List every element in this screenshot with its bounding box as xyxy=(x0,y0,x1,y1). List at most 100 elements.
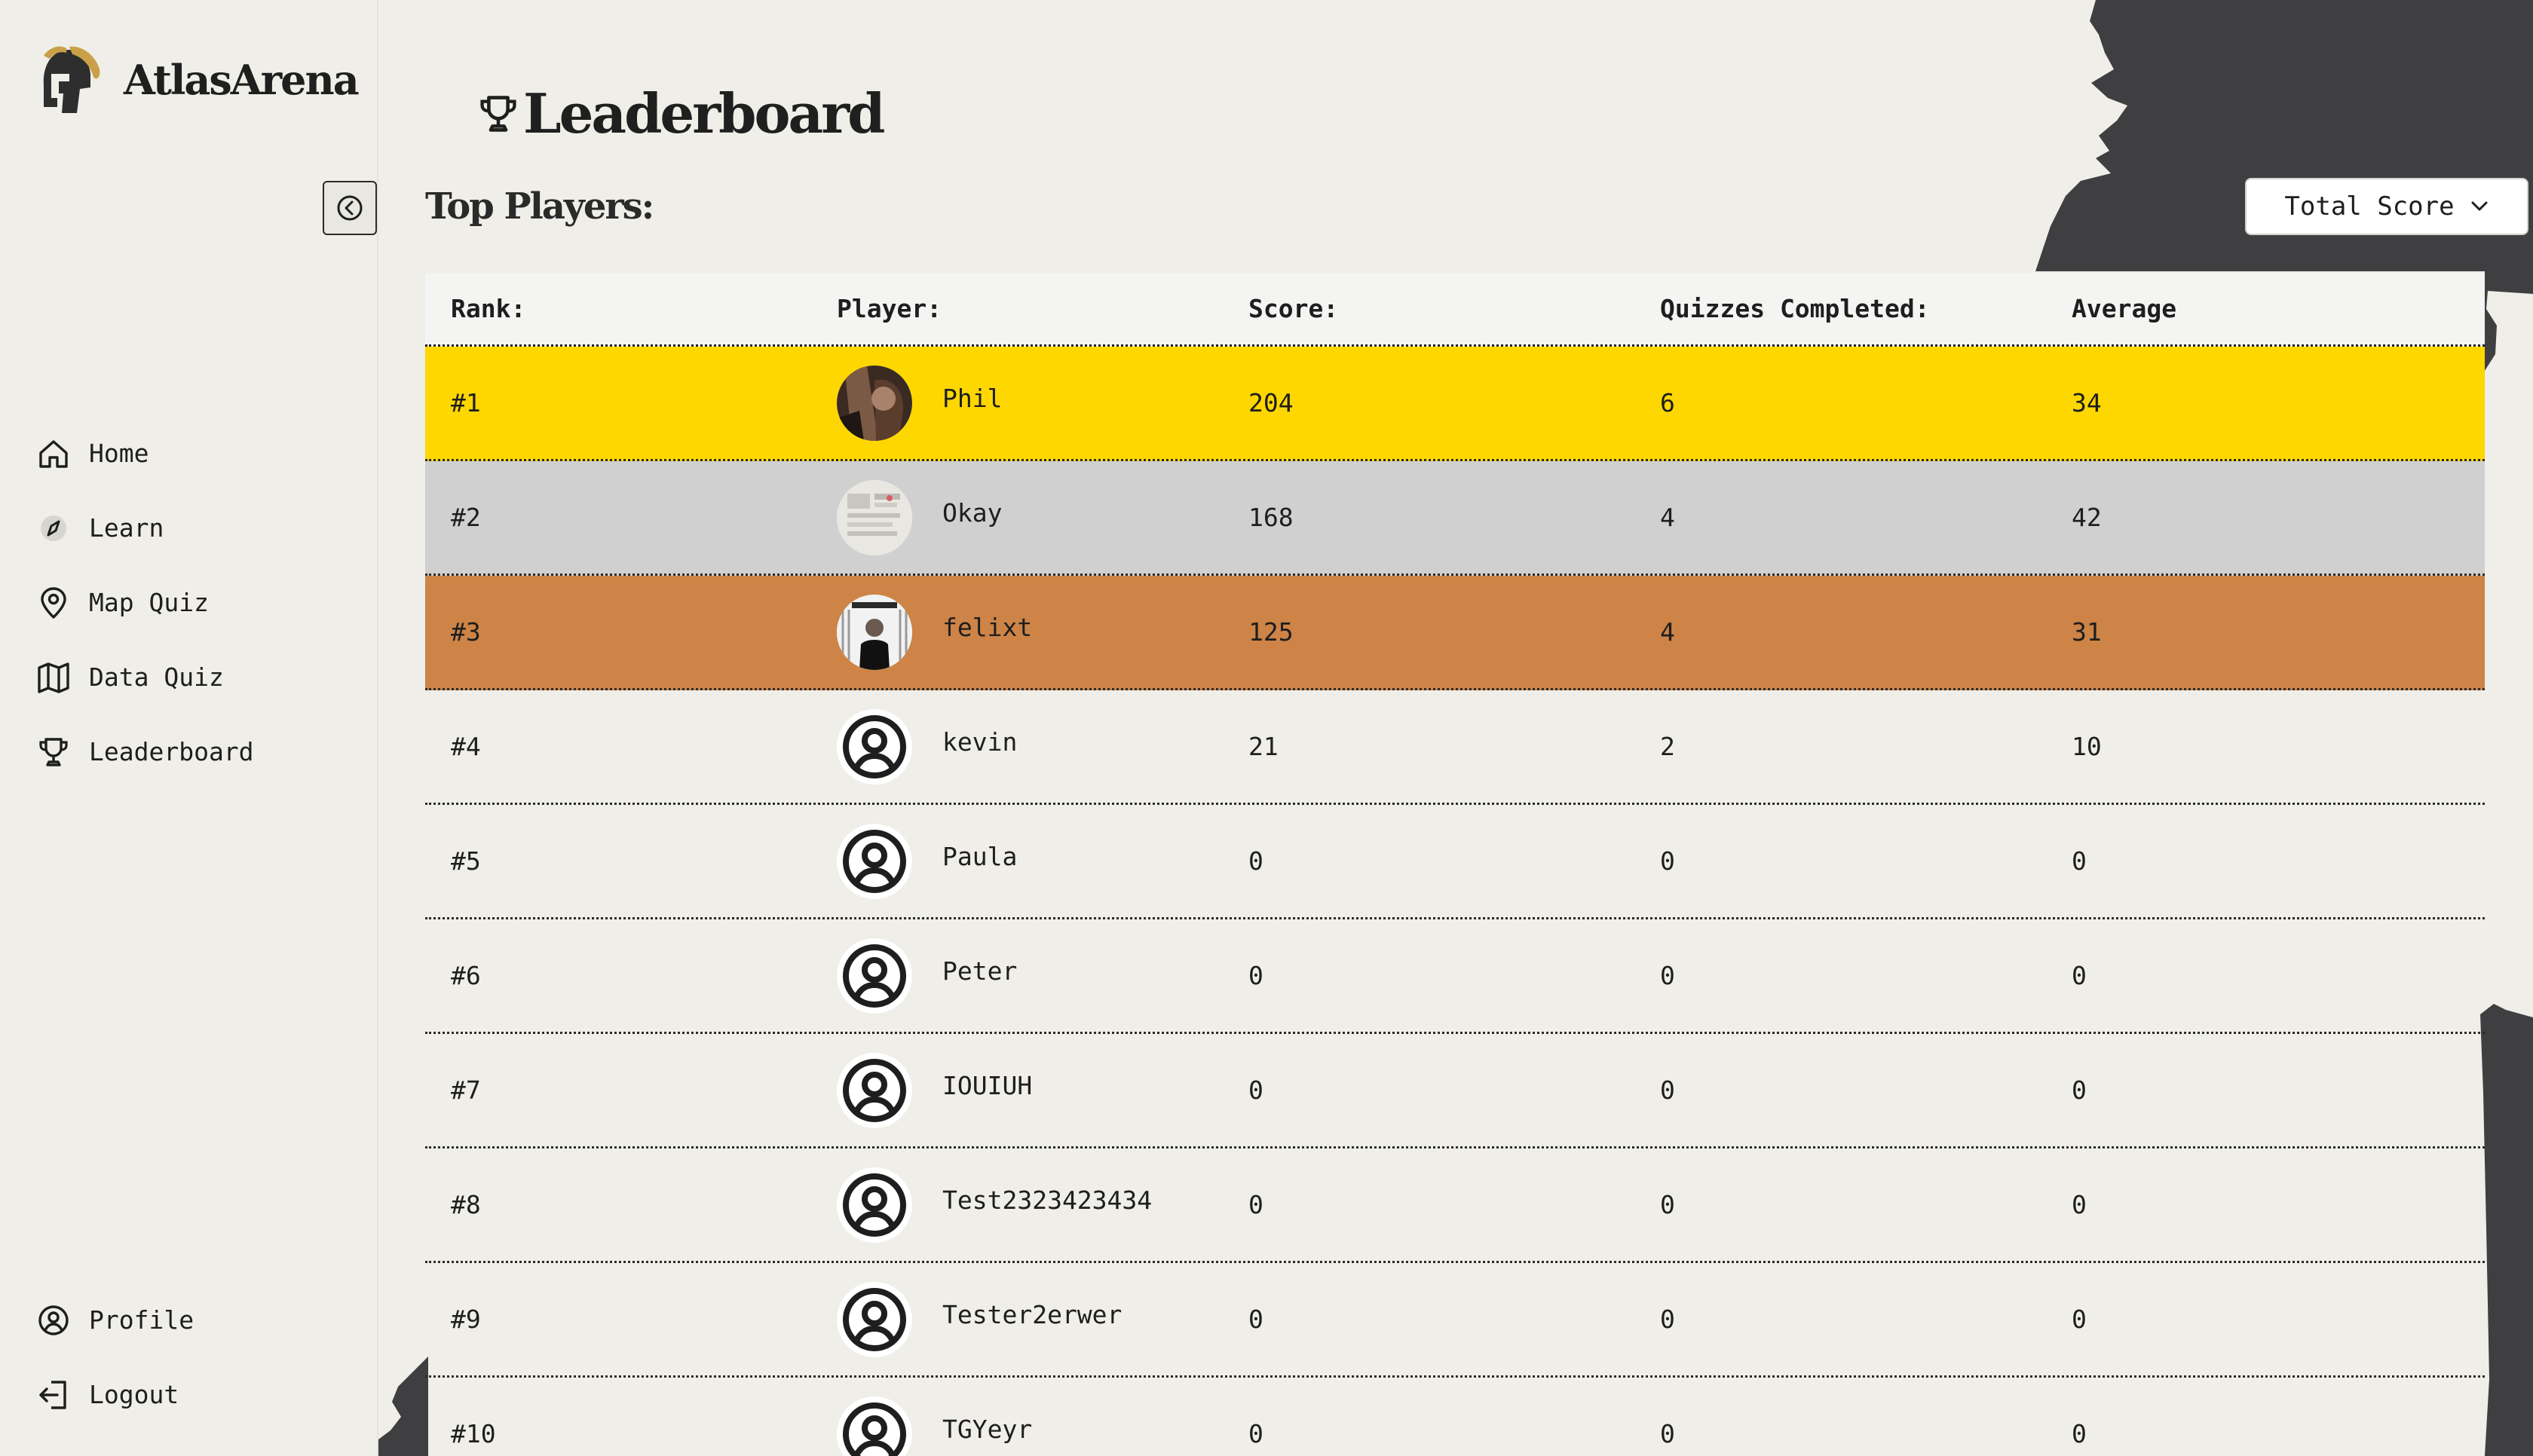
rank-cell: #9 xyxy=(451,1305,481,1334)
rank-cell: #5 xyxy=(451,846,481,876)
player-cell: TGYeyr xyxy=(837,1396,1248,1456)
avatar[interactable] xyxy=(837,1281,912,1357)
home-icon xyxy=(39,439,68,468)
rank-cell: #3 xyxy=(451,617,481,647)
avatar[interactable] xyxy=(837,1052,912,1128)
avatar[interactable] xyxy=(837,479,912,555)
spartan-helmet-logo-icon xyxy=(43,46,100,113)
quizzes-cell: 0 xyxy=(1660,846,1675,876)
avatar[interactable] xyxy=(837,365,912,441)
avatar[interactable] xyxy=(837,1396,912,1456)
sidebar-item-label: Home xyxy=(89,439,149,468)
average-cell: 10 xyxy=(2072,732,2102,761)
table-row: #7 IOUIUH 0 0 0 xyxy=(425,1034,2485,1149)
default-avatar-icon xyxy=(843,1173,906,1237)
average-cell: 0 xyxy=(2072,1305,2087,1334)
sort-selected-value: Total Score xyxy=(2284,191,2455,222)
sidebar-item-learn[interactable]: Learn xyxy=(36,491,254,565)
avatar[interactable] xyxy=(837,594,912,670)
avatar[interactable] xyxy=(837,823,912,899)
default-avatar-icon xyxy=(843,944,906,1008)
score-cell: 0 xyxy=(1248,1190,1263,1219)
user-photo-icon xyxy=(837,594,912,670)
page-title-text: Leaderboard xyxy=(523,81,885,145)
average-cell: 0 xyxy=(2072,1190,2087,1219)
brand[interactable]: AtlasArena xyxy=(36,44,360,116)
player-name: felixt xyxy=(942,613,1033,642)
player-name: Phil xyxy=(942,384,1003,413)
sidebar-item-profile[interactable]: Profile xyxy=(36,1283,194,1357)
trophy-icon xyxy=(39,737,68,766)
score-cell: 0 xyxy=(1248,1419,1263,1448)
chevron-down-icon xyxy=(2471,201,2488,211)
leaderboard-table: Rank: Player: Score: Quizzes Completed: … xyxy=(425,273,2485,1456)
average-cell: 0 xyxy=(2072,846,2087,876)
user-circle-icon xyxy=(38,1305,69,1335)
trophy-icon xyxy=(480,95,516,132)
average-cell: 31 xyxy=(2072,617,2102,647)
column-header-rank: Rank: xyxy=(451,294,526,323)
player-cell: IOUIUH xyxy=(837,1052,1248,1128)
score-cell: 125 xyxy=(1248,617,1294,647)
sidebar-item-leaderboard[interactable]: Leaderboard xyxy=(36,714,254,789)
brand-name: AtlasArena xyxy=(124,56,360,104)
score-cell: 0 xyxy=(1248,961,1263,990)
rank-cell: #6 xyxy=(451,961,481,990)
sidebar-item-label: Profile xyxy=(89,1305,194,1335)
collapse-sidebar-button[interactable] xyxy=(323,181,377,235)
rank-cell: #1 xyxy=(451,388,481,418)
sidebar-item-label: Map Quiz xyxy=(89,588,209,617)
sidebar-item-data-quiz[interactable]: Data Quiz xyxy=(36,640,254,714)
sidebar-item-logout[interactable]: Logout xyxy=(36,1357,194,1432)
sidebar-item-map-quiz[interactable]: Map Quiz xyxy=(36,565,254,640)
table-row: #1 Phil 204 6 34 xyxy=(425,347,2485,461)
average-cell: 42 xyxy=(2072,503,2102,532)
quizzes-cell: 2 xyxy=(1660,732,1675,761)
quizzes-cell: 0 xyxy=(1660,1075,1675,1105)
score-cell: 204 xyxy=(1248,388,1294,418)
table-row: #10 TGYeyr 0 0 0 xyxy=(425,1378,2485,1456)
player-cell: Tester2erwer xyxy=(837,1281,1248,1357)
sidebar-item-home[interactable]: Home xyxy=(36,416,254,491)
player-name: IOUIUH xyxy=(942,1071,1033,1100)
score-cell: 0 xyxy=(1248,846,1263,876)
main-content: Leaderboard Top Players: Total Score Ran… xyxy=(378,0,2533,1456)
logout-icon xyxy=(39,1380,66,1409)
map-icon xyxy=(38,662,69,693)
table-row: #3 felixt 125 4 31 xyxy=(425,576,2485,690)
score-cell: 168 xyxy=(1248,503,1294,532)
player-name: kevin xyxy=(942,727,1018,757)
player-cell: felixt xyxy=(837,594,1248,670)
sidebar-item-label: Data Quiz xyxy=(89,662,224,692)
default-avatar-icon xyxy=(843,829,906,893)
rank-cell: #8 xyxy=(451,1190,481,1219)
player-cell: Peter xyxy=(837,938,1248,1014)
player-cell: Okay xyxy=(837,479,1248,555)
player-name: Paula xyxy=(942,842,1018,871)
avatar[interactable] xyxy=(837,938,912,1014)
rank-cell: #7 xyxy=(451,1075,481,1105)
player-name: Tester2erwer xyxy=(942,1300,1123,1329)
sidebar-item-label: Learn xyxy=(89,513,164,543)
sort-by-select[interactable]: Total Score xyxy=(2245,178,2528,235)
average-cell: 0 xyxy=(2072,1075,2087,1105)
quizzes-cell: 0 xyxy=(1660,1305,1675,1334)
user-photo-icon xyxy=(837,479,912,555)
quizzes-cell: 4 xyxy=(1660,617,1675,647)
quizzes-cell: 6 xyxy=(1660,388,1675,418)
score-cell: 0 xyxy=(1248,1305,1263,1334)
sidebar-item-label: Logout xyxy=(89,1380,179,1409)
table-header: Rank: Player: Score: Quizzes Completed: … xyxy=(425,273,2485,347)
user-photo-icon xyxy=(837,365,912,441)
map-pin-icon xyxy=(41,586,66,619)
table-row: #6 Peter 0 0 0 xyxy=(425,919,2485,1034)
default-avatar-icon xyxy=(843,1287,906,1351)
avatar[interactable] xyxy=(837,1167,912,1243)
avatar[interactable] xyxy=(837,708,912,785)
compass-icon xyxy=(41,515,66,541)
column-header-average: Average xyxy=(2072,294,2177,323)
sidebar-nav: Home Learn Map Quiz Data Quiz Leaderboar… xyxy=(36,416,254,789)
column-header-quizzes-completed: Quizzes Completed: xyxy=(1660,294,1930,323)
average-cell: 0 xyxy=(2072,1419,2087,1448)
player-name: Test2323423434 xyxy=(942,1185,1153,1215)
